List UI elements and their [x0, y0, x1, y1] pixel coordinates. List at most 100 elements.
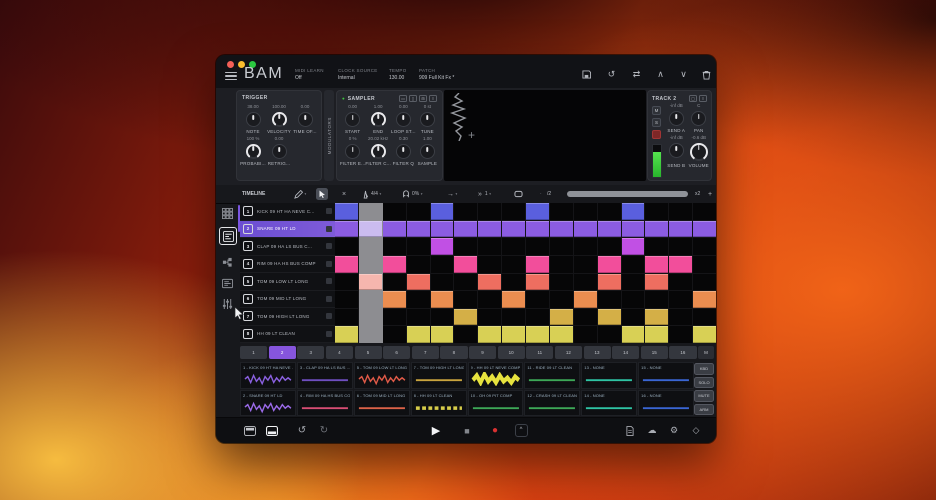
- filter-cutoff-knob[interactable]: [371, 144, 386, 159]
- step-r2-c9[interactable]: [526, 221, 549, 238]
- pad-4[interactable]: 4 - RIM 09 HA HS BUS CO...: [297, 390, 353, 417]
- pattern-6[interactable]: 6: [383, 346, 410, 359]
- step-r3-c10[interactable]: [550, 238, 573, 255]
- step-r6-c3[interactable]: [383, 291, 406, 308]
- step-r6-c12[interactable]: [598, 291, 621, 308]
- step-r7-c3[interactable]: [383, 309, 406, 326]
- pad-2[interactable]: 2 - SNARE 09 HT LD: [240, 390, 296, 417]
- send-b-knob[interactable]: [669, 143, 684, 158]
- play-button[interactable]: ▶: [428, 418, 444, 443]
- track-menu-icon[interactable]: [326, 278, 332, 284]
- step-r1-c7[interactable]: [478, 203, 501, 220]
- step-r4-c3[interactable]: [383, 256, 406, 273]
- pad-3[interactable]: 3 - CLAP 09 HA LS BUS ...: [297, 362, 353, 389]
- step-r3-c8[interactable]: [502, 238, 525, 255]
- pad-7[interactable]: 7 - TOM 09 HIGH LT LONG: [411, 362, 467, 389]
- step-r2-c11[interactable]: [574, 221, 597, 238]
- step-r7-c15[interactable]: [669, 309, 692, 326]
- step-r1-c16[interactable]: [693, 203, 716, 220]
- track-row-8[interactable]: 8HH 09 LT CLEAN: [240, 326, 335, 344]
- step-r6-c10[interactable]: [550, 291, 573, 308]
- step-r3-c6[interactable]: [454, 238, 477, 255]
- delete-tool-icon[interactable]: ×: [342, 185, 346, 203]
- panel-bottom-layout-icon[interactable]: [264, 418, 280, 443]
- step-r1-c15[interactable]: [669, 203, 692, 220]
- step-r2-c16[interactable]: [693, 221, 716, 238]
- step-r4-c8[interactable]: [502, 256, 525, 273]
- mute-mode-button[interactable]: MUTE: [694, 390, 714, 402]
- step-r7-c12[interactable]: [598, 309, 621, 326]
- step-r7-c4[interactable]: [407, 309, 430, 326]
- track-menu-icon[interactable]: [326, 208, 332, 214]
- pattern-13[interactable]: 13: [584, 346, 611, 359]
- step-r6-c4[interactable]: [407, 291, 430, 308]
- pads-view-icon[interactable]: [222, 206, 234, 218]
- time-offset-knob[interactable]: [298, 112, 313, 127]
- track-row-4[interactable]: 4RIM 09 HA HS BUS COMP: [240, 256, 335, 274]
- pattern-5[interactable]: 5: [355, 346, 382, 359]
- step-r2-c12[interactable]: [598, 221, 621, 238]
- step-r8-c3[interactable]: [383, 326, 406, 343]
- track-row-6[interactable]: 6TOM 09 MID LT LONG: [240, 291, 335, 309]
- step-r8-c9[interactable]: [526, 326, 549, 343]
- step-r6-c6[interactable]: [454, 291, 477, 308]
- step-r6-c16[interactable]: [693, 291, 716, 308]
- snap-control[interactable]: 0%▾: [402, 185, 423, 203]
- step-r7-c10[interactable]: [550, 309, 573, 326]
- step-r8-c5[interactable]: [431, 326, 454, 343]
- step-r5-c11[interactable]: [574, 274, 597, 291]
- loop-start-knob[interactable]: [396, 112, 411, 127]
- step-r2-c14[interactable]: [645, 221, 668, 238]
- track-row-7[interactable]: 7TOM 09 HIGH LT LONG: [240, 308, 335, 326]
- step-r7-c8[interactable]: [502, 309, 525, 326]
- step-r4-c9[interactable]: [526, 256, 549, 273]
- modulators-tab[interactable]: MODULATORS: [324, 90, 334, 181]
- pad-15[interactable]: 15 - NONE: [638, 362, 694, 389]
- step-r8-c7[interactable]: [478, 326, 501, 343]
- step-r6-c11[interactable]: [574, 291, 597, 308]
- pad-6[interactable]: 6 - TOM 09 MID LT LONG: [354, 390, 410, 417]
- step-r2-c13[interactable]: [622, 221, 645, 238]
- pattern-master-button[interactable]: M: [698, 346, 714, 359]
- step-r4-c12[interactable]: [598, 256, 621, 273]
- undo-transport-icon[interactable]: ↺: [294, 418, 310, 443]
- start-knob[interactable]: [345, 112, 360, 127]
- mixer-view-icon[interactable]: [222, 276, 234, 288]
- step-r7-c11[interactable]: [574, 309, 597, 326]
- sampler-view-dual-icon[interactable]: ▯: [409, 95, 417, 102]
- step-r2-c8[interactable]: [502, 221, 525, 238]
- volume-knob[interactable]: [690, 143, 708, 161]
- menu-icon[interactable]: [225, 72, 237, 80]
- step-r8-c8[interactable]: [502, 326, 525, 343]
- filter-q-knob[interactable]: [396, 144, 411, 159]
- step-r4-c6[interactable]: [454, 256, 477, 273]
- step-r8-c12[interactable]: [598, 326, 621, 343]
- step-r6-c15[interactable]: [669, 291, 692, 308]
- step-r8-c6[interactable]: [454, 326, 477, 343]
- probability-knob[interactable]: [246, 144, 261, 159]
- time-signature-control[interactable]: 4/4▾: [362, 185, 381, 203]
- step-r3-c3[interactable]: [383, 238, 406, 255]
- step-r3-c14[interactable]: [645, 238, 668, 255]
- end-knob[interactable]: [371, 112, 386, 127]
- stop-button[interactable]: ■: [459, 418, 475, 443]
- step-r8-c1[interactable]: [335, 326, 358, 343]
- step-r8-c14[interactable]: [645, 326, 668, 343]
- expand-icon[interactable]: ∨: [676, 68, 691, 80]
- pattern-11[interactable]: 11: [526, 346, 553, 359]
- step-r1-c13[interactable]: [622, 203, 645, 220]
- pattern-3[interactable]: 3: [297, 346, 324, 359]
- step-r2-c5[interactable]: [431, 221, 454, 238]
- step-r5-c12[interactable]: [598, 274, 621, 291]
- step-r1-c9[interactable]: [526, 203, 549, 220]
- step-r5-c15[interactable]: [669, 274, 692, 291]
- launch-quantize-icon[interactable]: ^: [513, 418, 529, 443]
- step-r2-c3[interactable]: [383, 221, 406, 238]
- step-r5-c16[interactable]: [693, 274, 716, 291]
- pattern-4[interactable]: 4: [326, 346, 353, 359]
- step-r1-c3[interactable]: [383, 203, 406, 220]
- settings-sliders-icon[interactable]: [222, 297, 234, 309]
- sampler-view-single-icon[interactable]: ▭: [399, 95, 407, 102]
- step-r3-c1[interactable]: [335, 238, 358, 255]
- playback-direction-control[interactable]: →▾: [447, 185, 457, 203]
